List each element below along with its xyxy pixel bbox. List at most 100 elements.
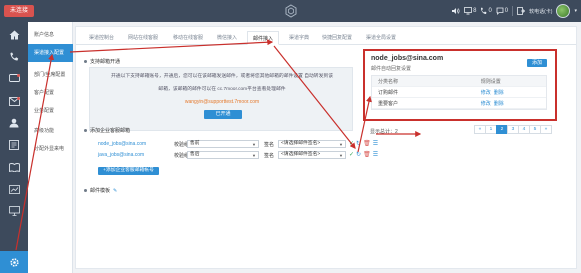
settings-gear-icon[interactable] (0, 251, 28, 273)
tab-dictionary[interactable]: 渠道字典 (289, 34, 309, 41)
call-icon[interactable] (6, 49, 22, 65)
table-row: 订购邮件 修改 删除 (372, 87, 546, 98)
phone-icon[interactable]: 0 (480, 7, 492, 15)
signature-value: <请选择邮件签名> (281, 141, 321, 146)
row-actions: 修改 删除 (481, 100, 546, 107)
extension-label[interactable]: 软电话(卡) (529, 8, 552, 15)
support-description-line1: 开通以下支持邮箱账号，开通后，您可以在该邮箱发送邮件，或者将您其他邮箱的邮件设置… (111, 74, 333, 79)
submenu-item-department[interactable]: 部门/坐席配置 (28, 66, 73, 84)
caret-down-icon: ▼ (339, 153, 343, 158)
add-enterprise-mail-button[interactable]: +添加企业客服邮箱帐号 (98, 167, 159, 175)
list-icon[interactable]: ☰ (373, 151, 378, 159)
edit-pencil-icon[interactable]: ✎ (113, 188, 117, 194)
chat-icon[interactable]: 0 (496, 7, 508, 15)
confirm-check-icon[interactable]: ✓ (349, 140, 354, 148)
auto-reply-panel: node_jobs@sina.com 邮件自动回复设置 添加 分类名称 规则设置… (363, 49, 557, 121)
tab-email[interactable]: 邮件接入 (247, 31, 280, 45)
support-description-line2: 邮箱，该邮箱的邮件可以在 cc.7moor.com平台查看处理邮件 (158, 87, 286, 92)
confirm-check-icon[interactable]: ✓ (349, 151, 354, 159)
caret-down-icon: ▼ (252, 153, 256, 158)
signature-label: 签名 (264, 153, 275, 159)
online-chat-icon[interactable] (6, 71, 22, 87)
signature-select[interactable]: <请选择邮件签名> ▼ (278, 151, 346, 159)
tab-global-settings[interactable]: 渠道全局设置 (366, 34, 396, 41)
app-root: 未连接 8 0 0 软电话(卡) ▾ 账户信息 渠道接入配置 部门/坐席配置 客… (0, 0, 581, 273)
logout-icon[interactable] (517, 7, 526, 15)
trash-icon[interactable]: 🗑 (363, 151, 371, 159)
ticket-icon[interactable] (6, 137, 22, 153)
mail-address-link[interactable]: java_jobs@sina.com (98, 152, 144, 158)
caret-down-icon: ▼ (252, 142, 256, 147)
avatar[interactable] (556, 4, 571, 18)
tab-web-chat[interactable]: 网站在线客服 (128, 34, 158, 41)
module-icon-bar (0, 22, 28, 273)
edit-link[interactable]: 修改 (481, 100, 491, 107)
verify-group-value: 售后 (190, 152, 200, 157)
submenu-item-account[interactable]: 账户信息 (28, 26, 73, 44)
opened-button[interactable]: 已开通 (204, 110, 242, 119)
row-actions: ✓ ↻ 🗑 ☰ (349, 151, 378, 159)
delete-link[interactable]: 删除 (494, 100, 504, 107)
mail-address-link[interactable]: node_jobs@sina.com (98, 141, 146, 147)
bullet-icon (84, 189, 87, 192)
knowledge-book-icon[interactable] (6, 159, 22, 175)
signature-label: 签名 (264, 142, 275, 148)
template-section-title: 邮件模板 ✎ (84, 187, 117, 194)
mail-row: java_jobs@sina.com 校验组 售后 ▼ 签名 <请选择邮件签名> ▼… (98, 151, 378, 160)
customer-icon[interactable] (6, 115, 22, 131)
volume-icon[interactable] (451, 7, 460, 15)
submenu-item-channel-config[interactable]: 渠道接入配置 (28, 44, 73, 62)
refresh-icon[interactable]: ↻ (356, 151, 361, 159)
divider (512, 6, 514, 16)
enterprise-section-title: 添加企业客服邮箱 (84, 127, 130, 134)
channel-tabs: 渠道控制台 网站在线客服 移动在线客服 微信接入 邮件接入 渠道字典 快捷回复配… (76, 27, 576, 45)
panel-mail-title: node_jobs@sina.com (371, 55, 444, 62)
brand-logo-icon (285, 4, 297, 18)
submenu-item-business[interactable]: 业务配置 (28, 102, 73, 120)
submenu-item-caller-id[interactable]: 分配外显来电 (28, 140, 73, 158)
tab-mobile-chat[interactable]: 移动在线客服 (173, 34, 203, 41)
top-bar-icons: 8 0 0 软电话(卡) ▾ (451, 3, 577, 19)
table-header: 分类名称 规则设置 (372, 76, 546, 87)
verify-group-select[interactable]: 售前 ▼ (187, 140, 259, 148)
chat-count: 0 (504, 8, 509, 14)
caret-down-icon: ▼ (339, 142, 343, 147)
row-actions: ✓ ↻ 🗑 ☰ (349, 140, 378, 148)
delete-link[interactable]: 删除 (494, 89, 504, 96)
submenu-item-customer[interactable]: 客户配置 (28, 84, 73, 102)
bullet-icon (84, 60, 87, 63)
refresh-icon[interactable]: ↻ (356, 140, 361, 148)
verify-group-select[interactable]: 售后 ▼ (187, 151, 259, 159)
support-info-box: 开通以下支持邮箱账号，开通后，您可以在该邮箱发送邮件，或者将您其他邮箱的邮件设置… (89, 67, 353, 131)
top-bar: 未连接 8 0 0 软电话(卡) ▾ (0, 0, 581, 22)
tab-wechat[interactable]: 微信接入 (217, 34, 237, 41)
chevron-down-icon[interactable]: ▾ (574, 8, 577, 14)
monitor-count: 8 (473, 8, 477, 14)
enterprise-title-text: 添加企业客服邮箱 (90, 128, 131, 134)
mail-row: node_jobs@sina.com 校验组 售前 ▼ 签名 <请选择邮件签名> ▼… (98, 140, 378, 149)
phone-count: 0 (488, 8, 492, 14)
report-chart-icon[interactable] (6, 181, 22, 197)
template-title-text: 邮件模板 (90, 188, 111, 194)
home-icon[interactable] (6, 27, 22, 43)
settings-submenu: 账户信息 渠道接入配置 部门/坐席配置 客户配置 业务配置 高级功能 分配外显来… (28, 22, 73, 273)
trash-icon[interactable]: 🗑 (363, 140, 371, 148)
monitor-icon[interactable]: 8 (464, 7, 476, 15)
tab-channel-console[interactable]: 渠道控制台 (89, 34, 114, 41)
mail-icon[interactable] (6, 93, 22, 109)
submenu-item-advanced[interactable]: 高级功能 (28, 122, 73, 140)
connection-status-button[interactable]: 未连接 (4, 5, 34, 17)
rule-table: 分类名称 规则设置 订购邮件 修改 删除 重要客户 修改 删除 (371, 75, 547, 110)
verify-group-value: 售前 (190, 141, 200, 146)
list-icon[interactable]: ☰ (373, 140, 378, 148)
add-rule-button[interactable]: 添加 (527, 59, 547, 67)
support-section-title: 支持邮箱开通 (84, 58, 120, 65)
edit-link[interactable]: 修改 (481, 89, 491, 96)
pagination: « 1 2 3 4 5 » (474, 125, 552, 134)
page-next-button[interactable]: » (540, 125, 552, 134)
monitor-screen-icon[interactable] (6, 203, 22, 219)
category-name: 重要客户 (378, 100, 399, 107)
panel-subtitle: 邮件自动回复设置 (371, 66, 412, 72)
signature-select[interactable]: <请选择邮件签名> ▼ (278, 140, 346, 148)
tab-quick-reply[interactable]: 快捷回复配置 (322, 34, 352, 41)
